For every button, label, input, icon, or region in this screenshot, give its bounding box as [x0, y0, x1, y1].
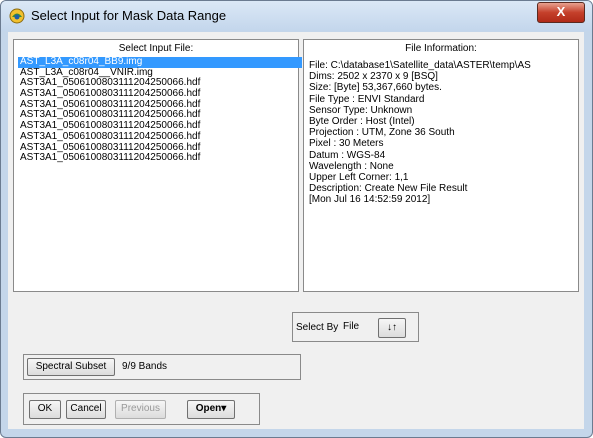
action-buttons-box: OK Cancel Previous Open▾ — [23, 393, 260, 425]
file-info-line: Sensor Type: Unknown — [309, 104, 413, 116]
sort-arrows-icon: ↓↑ — [387, 322, 397, 333]
bands-count-label: 9/9 Bands — [122, 361, 168, 372]
sort-toggle-button[interactable]: ↓↑ — [378, 318, 406, 338]
title-bar[interactable]: Select Input for Mask Data Range X — [1, 1, 592, 31]
close-icon: X — [556, 4, 566, 19]
previous-button[interactable]: Previous — [115, 400, 166, 419]
input-file-panel: Select Input File: AST_L3A_c08r04_BB9.im… — [13, 39, 302, 292]
file-info-line: Projection : UTM, Zone 36 South — [309, 127, 455, 139]
select-by-box: Select By File ↓↑ — [292, 312, 419, 342]
spectral-subset-button[interactable]: Spectral Subset — [27, 358, 115, 376]
file-info-line: File: C:\database1\Satellite_data\ASTER\… — [309, 60, 531, 71]
file-info-line: File Type : ENVI Standard — [309, 93, 425, 105]
file-list-item[interactable]: AST3A1_0506100803111204250066.hdf — [18, 131, 302, 143]
spectral-subset-box: Spectral Subset 9/9 Bands — [23, 354, 301, 380]
file-info-text: File: C:\database1\Satellite_data\ASTER\… — [309, 60, 579, 205]
open-menu-button[interactable]: Open▾ — [187, 400, 235, 419]
file-info-line: Datum : WGS-84 — [309, 149, 386, 161]
file-info-line: Description: Create New File Result — [309, 183, 468, 195]
file-info-panel: File Information: File: C:\database1\Sat… — [303, 39, 579, 292]
file-info-line: Pixel : 30 Meters — [309, 138, 384, 150]
input-file-heading: Select Input File: — [118, 43, 194, 54]
file-info-line: [Mon Jul 16 14:52:59 2012] — [309, 194, 431, 206]
ok-button[interactable]: OK — [29, 400, 61, 419]
dropdown-arrow-icon: ▾ — [221, 403, 227, 414]
window-title: Select Input for Mask Data Range — [31, 8, 227, 23]
file-list-item[interactable]: AST3A1_0506100803111204250066.hdf — [18, 152, 302, 164]
file-info-line: Upper Left Corner: 1,1 — [309, 171, 409, 183]
file-info-line: Dims: 2502 x 2370 x 9 [BSQ] — [309, 71, 438, 83]
input-file-list[interactable]: AST_L3A_c08r04_BB9.img AST_L3A_c08r04__VN… — [18, 56, 302, 164]
open-button-label: Open — [195, 403, 222, 414]
cancel-button[interactable]: Cancel — [66, 400, 106, 419]
file-info-line: Byte Order : Host (Intel) — [309, 115, 415, 127]
file-info-heading: File Information: — [405, 43, 477, 54]
dialog-client-area: Select Input File: AST_L3A_c08r04_BB9.im… — [8, 32, 584, 429]
file-info-line: Wavelength : None — [309, 160, 394, 172]
close-button[interactable]: X — [537, 2, 585, 23]
envi-app-icon — [9, 8, 25, 24]
dialog-window: Select Input for Mask Data Range X Selec… — [0, 0, 593, 438]
select-by-label: Select By — [296, 322, 339, 333]
select-by-value[interactable]: File — [343, 321, 359, 332]
file-info-line: Size: [Byte] 53,367,660 bytes. — [309, 82, 442, 94]
